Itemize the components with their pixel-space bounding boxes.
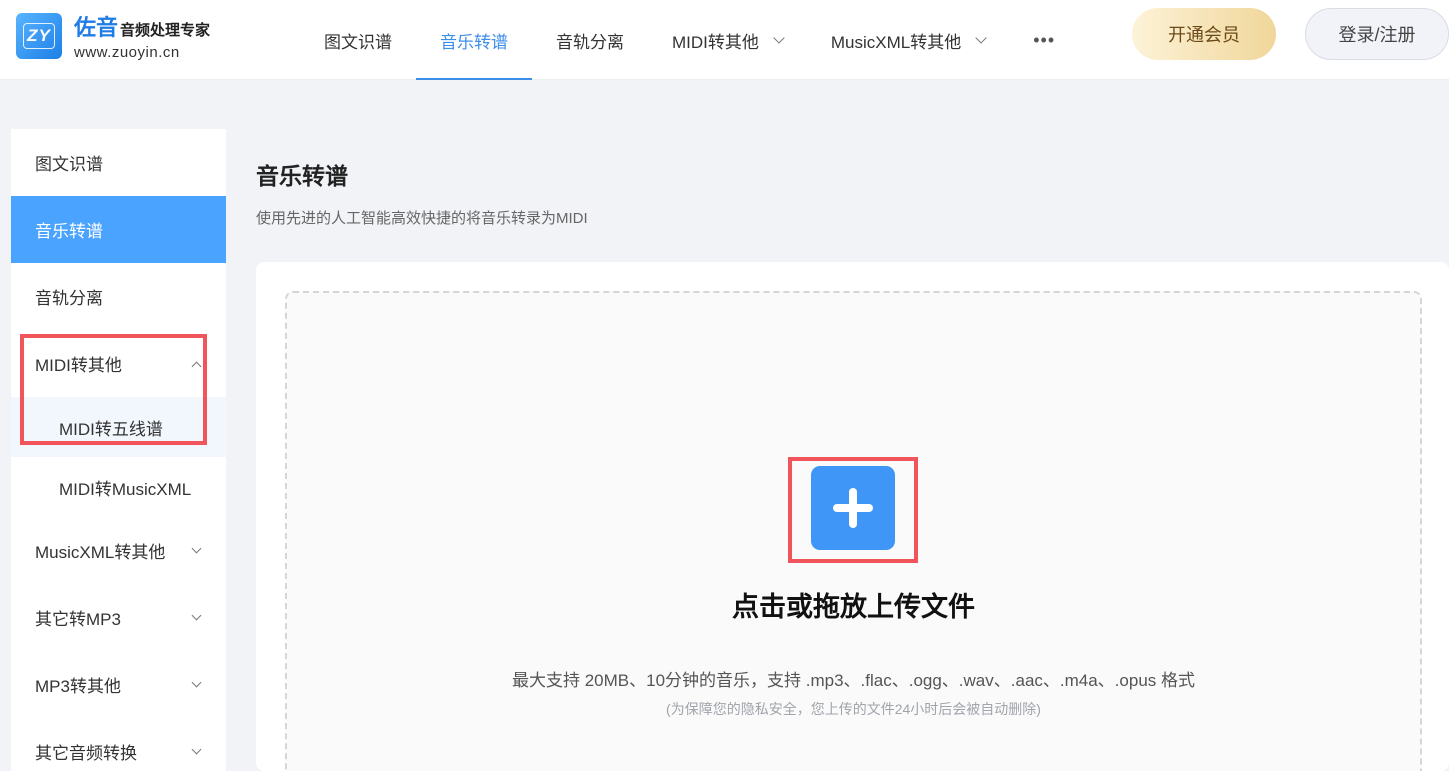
chevron-down-icon bbox=[191, 610, 202, 621]
upload-hint: 最大支持 20MB、10分钟的音乐，支持 .mp3、.flac、.ogg、.wa… bbox=[511, 671, 1195, 690]
sidebar-item-musicxml-convert[interactable]: MusicXML转其他 bbox=[11, 517, 226, 584]
sidebar-item-mp3-to-other[interactable]: MP3转其他 bbox=[11, 651, 226, 718]
nav-item-image-recognition[interactable]: 图文识谱 bbox=[300, 0, 416, 80]
logo-tagline: 音频处理专家 bbox=[120, 22, 211, 39]
nav-item-musicxml-convert[interactable]: MusicXML转其他 bbox=[807, 0, 1009, 80]
site-logo[interactable]: ZY 佐音 音频处理专家 www.zuoyin.cn bbox=[16, 10, 210, 61]
upload-privacy-note: (为保障您的隐私安全，您上传的文件24小时后会被自动删除) bbox=[666, 701, 1041, 717]
logo-text: 佐音 音频处理专家 www.zuoyin.cn bbox=[74, 10, 210, 61]
sidebar-item-image-recognition[interactable]: 图文识谱 bbox=[11, 129, 226, 196]
top-header: ZY 佐音 音频处理专家 www.zuoyin.cn 图文识谱 音乐转谱 音轨分… bbox=[0, 0, 1449, 80]
upload-title: 点击或拖放上传文件 bbox=[732, 592, 975, 622]
login-register-button[interactable]: 登录/注册 bbox=[1305, 8, 1449, 60]
chevron-down-icon bbox=[975, 31, 987, 44]
chevron-down-icon bbox=[191, 677, 202, 688]
logo-mark-icon: ZY bbox=[16, 12, 62, 59]
chevron-down-icon bbox=[773, 31, 785, 44]
more-dots-icon: ••• bbox=[1033, 29, 1056, 50]
top-nav: 图文识谱 音乐转谱 音轨分离 MIDI转其他 MusicXML转其他 ••• bbox=[300, 0, 1079, 80]
sidebar-item-music-transcription[interactable]: 音乐转谱 bbox=[11, 196, 226, 263]
highlight-box-sidebar bbox=[20, 334, 207, 445]
more-menu-button[interactable]: ••• bbox=[1009, 0, 1079, 80]
page-description: 使用先进的人工智能高效快捷的将音乐转录为MIDI bbox=[256, 210, 588, 227]
highlight-box-upload bbox=[788, 457, 918, 563]
sidebar-item-track-separation[interactable]: 音轨分离 bbox=[11, 263, 226, 330]
sidebar-subitem-midi-to-musicxml[interactable]: MIDI转MusicXML bbox=[11, 457, 226, 517]
vip-membership-button[interactable]: 开通会员 bbox=[1132, 8, 1276, 60]
chevron-down-icon bbox=[191, 543, 202, 554]
nav-item-midi-convert[interactable]: MIDI转其他 bbox=[648, 0, 807, 80]
page-title: 音乐转谱 bbox=[256, 163, 348, 189]
chevron-down-icon bbox=[191, 744, 202, 755]
nav-item-track-separation[interactable]: 音轨分离 bbox=[532, 0, 648, 80]
sidebar-item-other-to-mp3[interactable]: 其它转MP3 bbox=[11, 584, 226, 651]
sidebar: 图文识谱 音乐转谱 音轨分离 MIDI转其他 MIDI转五线谱 MIDI转Mus… bbox=[11, 129, 226, 771]
logo-name: 佐音 bbox=[74, 15, 119, 40]
logo-url: www.zuoyin.cn bbox=[74, 44, 180, 61]
nav-item-music-transcription[interactable]: 音乐转谱 bbox=[416, 0, 532, 80]
sidebar-item-other-audio-convert[interactable]: 其它音频转换 bbox=[11, 718, 226, 771]
